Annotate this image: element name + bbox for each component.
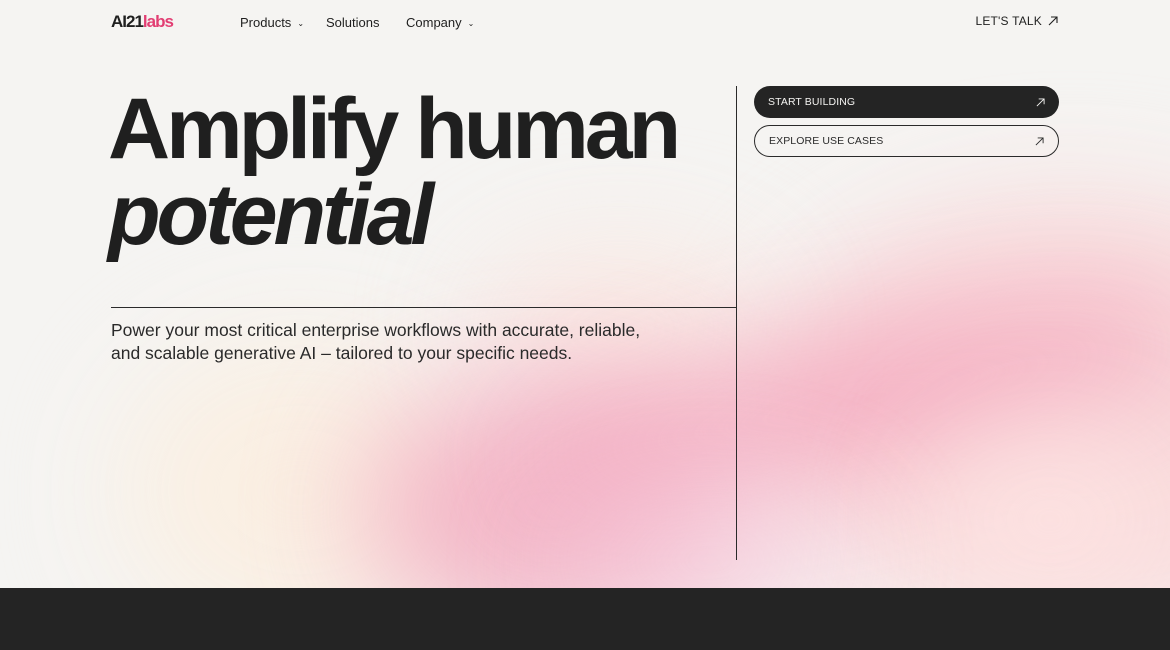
nav-item-solutions[interactable]: Solutions [326,15,379,30]
vertical-divider [736,86,737,560]
chevron-down-icon: ⌄ [467,18,475,28]
dark-section-band [0,588,1170,650]
horizontal-divider [111,307,737,308]
headline-line-1: Amplify human [108,81,681,177]
arrow-up-right-icon [1035,136,1044,145]
headline-line-2: potential [108,167,434,263]
arrow-up-right-icon [1036,97,1045,106]
ai21-labs-logo[interactable]: AI21labs [111,12,174,32]
nav-item-label: Solutions [326,15,380,30]
hero-headline: Amplify human potential [108,86,681,263]
lets-talk-label: LET'S TALK [975,14,1042,28]
button-label: START BUILDING [768,96,856,108]
button-label: EXPLORE USE CASES [769,135,884,147]
chevron-down-icon: ⌄ [297,18,305,28]
start-building-button[interactable]: START BUILDING [754,86,1059,118]
nav-item-products[interactable]: Products ⌄ [240,15,304,30]
hero-subtitle: Power your most critical enterprise work… [111,320,641,363]
nav-item-label: Company [406,15,462,30]
logo-accent-text: labs [142,12,174,31]
nav-item-company[interactable]: Company ⌄ [406,15,474,30]
lets-talk-link[interactable]: LET'S TALK [975,14,1058,28]
logo-main-text: AI21 [111,12,144,31]
explore-use-cases-button[interactable]: EXPLORE USE CASES [754,125,1059,157]
arrow-up-right-icon [1048,16,1058,26]
nav-item-label: Products [240,15,292,30]
